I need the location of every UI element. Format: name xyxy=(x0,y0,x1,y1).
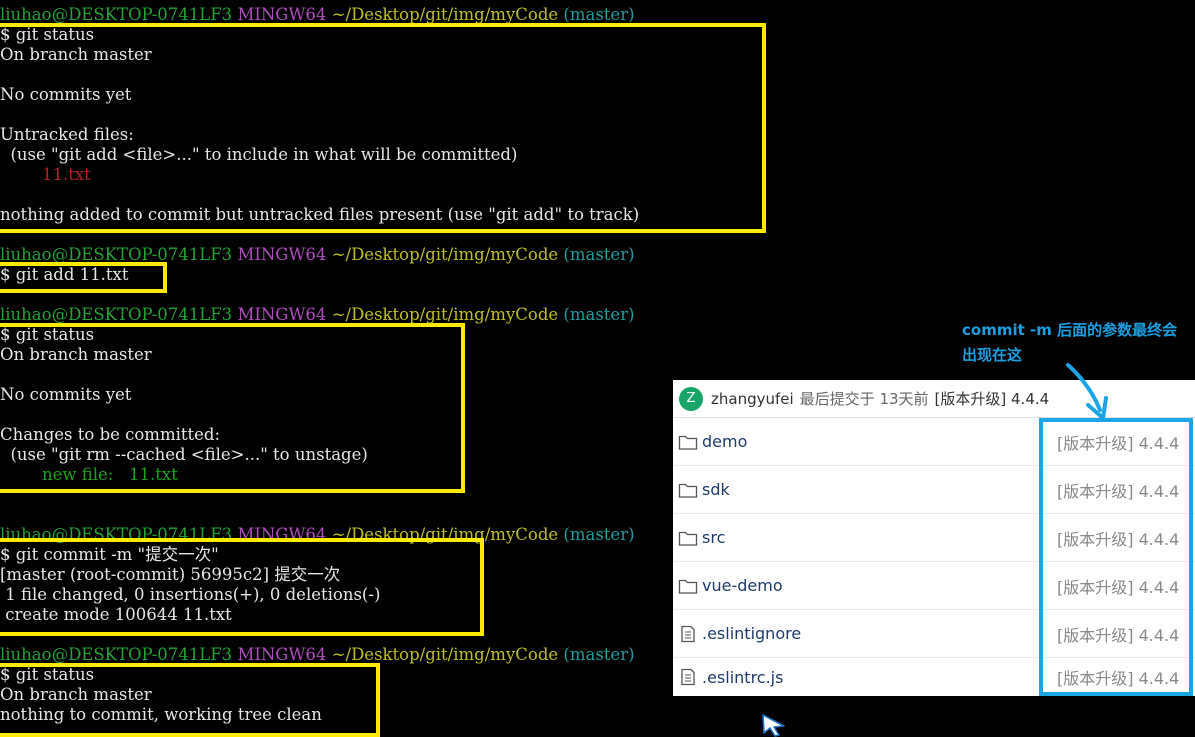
annotation-arrow-icon xyxy=(1066,363,1108,420)
cursor-icon xyxy=(762,714,785,737)
